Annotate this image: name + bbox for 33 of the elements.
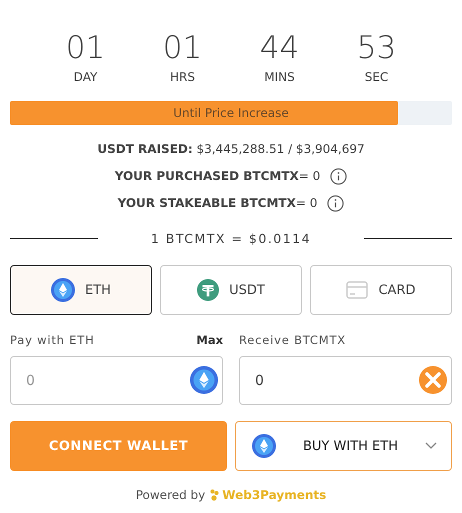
ethereum-icon: [190, 366, 218, 394]
max-button[interactable]: Max: [196, 333, 223, 347]
countdown-unit: HRS: [170, 70, 195, 84]
payment-method-tab[interactable]: ETH: [10, 265, 152, 315]
countdown-unit: DAY: [74, 70, 98, 84]
field-label: Pay with ETH: [10, 333, 95, 347]
token-x-icon: [419, 366, 447, 394]
credit-card-icon: [346, 281, 368, 299]
stat-text: YOUR PURCHASED BTCMTX= 0: [114, 169, 320, 183]
countdown-unit: MINS: [264, 70, 295, 84]
countdown-number: 53: [356, 30, 396, 66]
ethereum-icon: [51, 278, 76, 302]
chevron-down-icon: [425, 442, 437, 450]
buy-currency-dropdown[interactable]: BUY WITH ETH: [235, 421, 452, 471]
progress-label: Until Price Increase: [172, 105, 290, 122]
receive-amount-field[interactable]: 0: [239, 356, 452, 405]
info-icon[interactable]: [330, 168, 348, 184]
tether-icon: [197, 279, 220, 301]
stat-text: USDT RAISED: $3,445,288.51 / $3,904,697: [97, 142, 365, 156]
paw-icon: [210, 489, 220, 501]
payment-method-tab[interactable]: CARD: [310, 265, 452, 315]
price-text: 1 BTCMTX = $0.0114: [150, 230, 312, 246]
field-label: Receive BTCMTX: [239, 333, 346, 347]
stat-text: YOUR STAKEABLE BTCMTX= 0: [118, 196, 318, 210]
powered-by-text: Powered by: [136, 488, 206, 502]
ethereum-icon: [252, 434, 276, 458]
countdown-number: 44: [260, 30, 300, 66]
countdown-number: 01: [162, 30, 202, 66]
info-icon[interactable]: [327, 194, 344, 212]
countdown-number: 01: [66, 30, 106, 66]
countdown-unit: SEC: [364, 70, 388, 84]
payment-method-tab[interactable]: USDT: [160, 265, 302, 315]
pay-amount-field[interactable]: 0: [10, 356, 223, 405]
